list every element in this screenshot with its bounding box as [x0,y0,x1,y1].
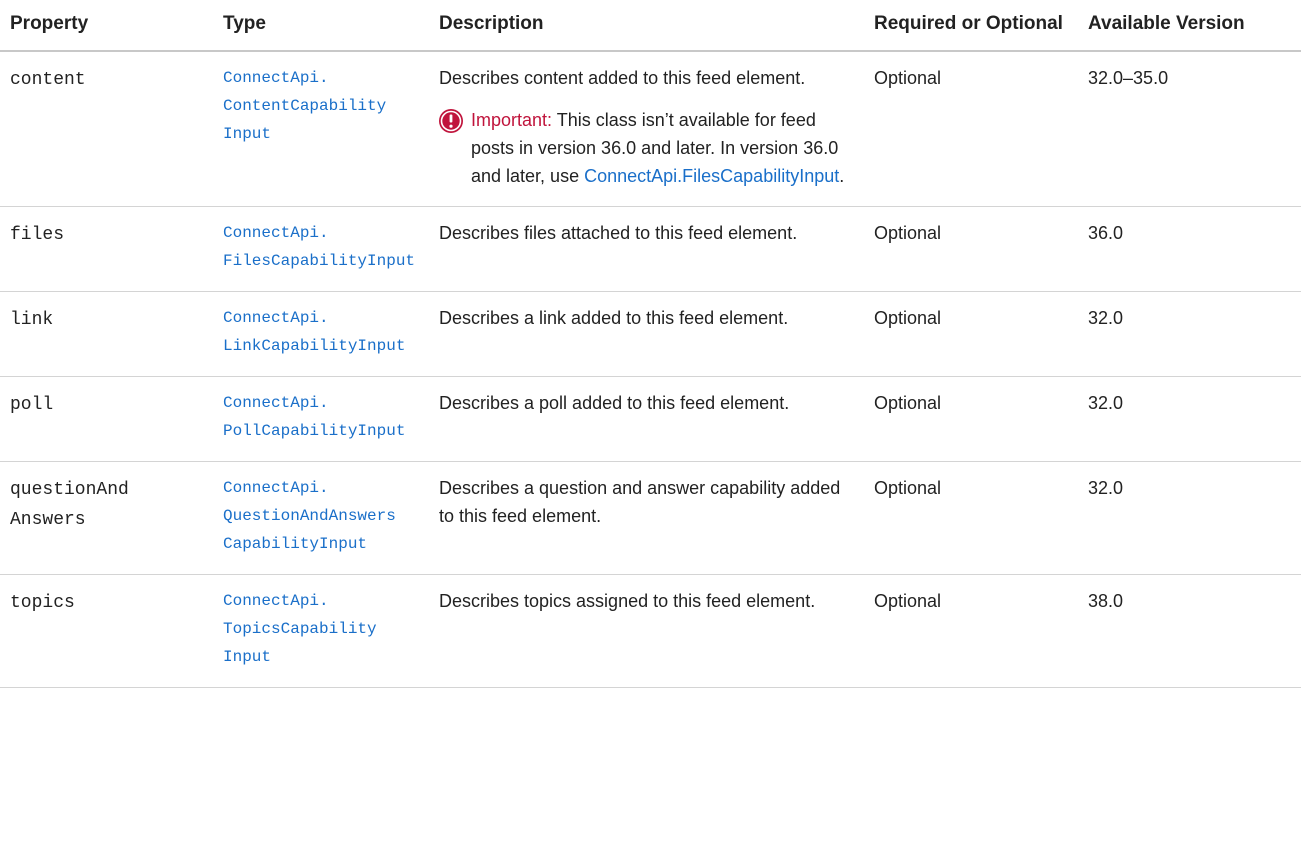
property-cell: content [0,51,213,207]
property-name: topics [10,593,75,613]
property-name: content [10,70,86,90]
property-cell: questionAnd Answers [0,461,213,575]
version-cell: 32.0 [1078,461,1301,575]
required-cell: Optional [864,461,1078,575]
property-cell: link [0,291,213,377]
type-link[interactable]: ConnectApi. ContentCapability Input [223,64,419,148]
property-name: questionAnd Answers [10,480,129,530]
description-cell: Describes topics assigned to this feed e… [429,574,864,688]
required-value: Optional [874,393,942,413]
table-row: topics ConnectApi. TopicsCapability Inpu… [0,574,1301,688]
header-type: Type [213,0,429,52]
description-text: Describes content added to this feed ele… [439,68,806,88]
version-value: 32.0 [1088,393,1124,413]
property-name: link [10,310,54,330]
type-link[interactable]: ConnectApi. QuestionAndAnswers Capabilit… [223,474,419,558]
important-label: Important: [471,110,553,130]
table-row: content ConnectApi. ContentCapability In… [0,51,1301,207]
version-value: 32.0 [1088,308,1124,328]
required-cell: Optional [864,376,1078,462]
type-link[interactable]: ConnectApi. LinkCapabilityInput [223,304,419,360]
version-cell: 32.0 [1078,291,1301,377]
type-cell: ConnectApi. FilesCapabilityInput [213,206,429,292]
description-text: Describes a question and answer capabili… [439,478,841,526]
header-property: Property [0,0,213,52]
required-value: Optional [874,223,942,243]
type-cell: ConnectApi. PollCapabilityInput [213,376,429,462]
properties-table: Property Type Description Required or Op… [0,0,1301,688]
version-cell: 36.0 [1078,206,1301,292]
description-cell: Describes a link added to this feed elem… [429,291,864,377]
description-cell: Describes files attached to this feed el… [429,206,864,292]
type-cell: ConnectApi. QuestionAndAnswers Capabilit… [213,461,429,575]
version-value: 32.0–35.0 [1088,68,1169,88]
property-cell: files [0,206,213,292]
required-cell: Optional [864,51,1078,207]
table-row: link ConnectApi. LinkCapabilityInput Des… [0,291,1301,377]
property-cell: poll [0,376,213,462]
header-required: Required or Optional [864,0,1078,52]
table-row: files ConnectApi. FilesCapabilityInput D… [0,206,1301,292]
description-cell: Describes content added to this feed ele… [429,51,864,207]
important-note-body: Important: This class isn’t available fo… [471,106,854,190]
version-value: 32.0 [1088,478,1124,498]
type-cell: ConnectApi. LinkCapabilityInput [213,291,429,377]
description-text: Describes a poll added to this feed elem… [439,393,790,413]
important-note: Important: This class isn’t available fo… [439,106,854,190]
header-description: Description [429,0,864,52]
type-link[interactable]: ConnectApi. FilesCapabilityInput [223,219,419,275]
type-link[interactable]: ConnectApi. PollCapabilityInput [223,389,419,445]
required-cell: Optional [864,291,1078,377]
description-text: Describes a link added to this feed elem… [439,308,789,328]
header-version: Available Version [1078,0,1301,52]
description-cell: Describes a poll added to this feed elem… [429,376,864,462]
note-link[interactable]: ConnectApi.FilesCapabilityInput [584,166,839,186]
version-cell: 32.0 [1078,376,1301,462]
version-cell: 32.0–35.0 [1078,51,1301,207]
required-cell: Optional [864,206,1078,292]
required-value: Optional [874,478,942,498]
required-cell: Optional [864,574,1078,688]
type-cell: ConnectApi. TopicsCapability Input [213,574,429,688]
important-icon [439,109,471,133]
table-header-row: Property Type Description Required or Op… [0,0,1301,52]
table-row: poll ConnectApi. PollCapabilityInput Des… [0,376,1301,462]
version-cell: 38.0 [1078,574,1301,688]
version-value: 38.0 [1088,591,1124,611]
description-text: Describes topics assigned to this feed e… [439,591,816,611]
property-name: poll [10,395,54,415]
required-value: Optional [874,591,942,611]
type-link[interactable]: ConnectApi. TopicsCapability Input [223,587,419,671]
note-text-end: . [839,166,845,186]
required-value: Optional [874,308,942,328]
version-value: 36.0 [1088,223,1124,243]
type-cell: ConnectApi. ContentCapability Input [213,51,429,207]
description-cell: Describes a question and answer capabili… [429,461,864,575]
property-cell: topics [0,574,213,688]
required-value: Optional [874,68,942,88]
property-name: files [10,225,65,245]
description-text: Describes files attached to this feed el… [439,223,798,243]
table-row: questionAnd Answers ConnectApi. Question… [0,461,1301,575]
